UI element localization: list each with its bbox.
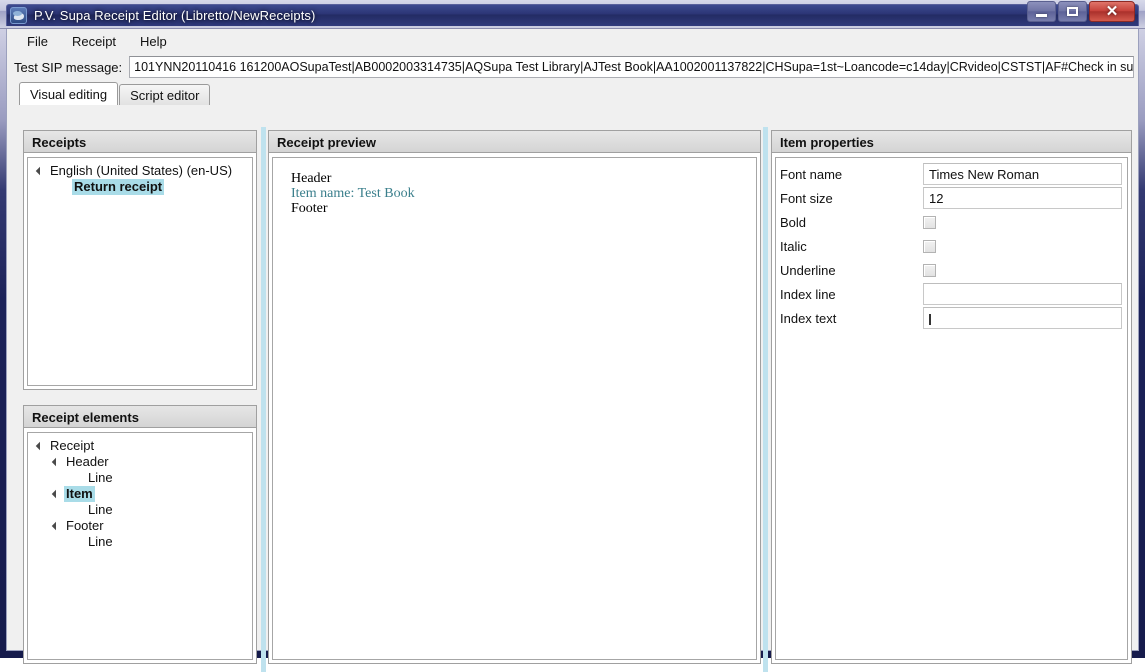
receipt-elements-tree[interactable]: Receipt Header Line Item Line Footer Lin…: [27, 432, 253, 660]
tree-item-receipt[interactable]: Receipt: [28, 438, 252, 454]
tree-item-item[interactable]: Item: [28, 486, 252, 502]
receipt-preview-canvas[interactable]: Header Item name: Test Book Footer: [272, 157, 757, 660]
tree-item-header-line[interactable]: Line: [28, 470, 252, 486]
tab-strip: Visual editing Script editor: [19, 82, 1138, 105]
minimize-button[interactable]: [1027, 1, 1056, 22]
menu-item-receipt[interactable]: Receipt: [62, 31, 126, 52]
window-buttons: ✕: [1027, 1, 1135, 22]
receipt-preview-panel-title: Receipt preview: [269, 131, 760, 153]
property-row-bold: Bold: [776, 210, 1127, 234]
receipt-preview-panel: Receipt preview Header Item name: Test B…: [268, 130, 761, 664]
window-title: P.V. Supa Receipt Editor (Libretto/NewRe…: [34, 8, 316, 23]
property-row-font-name: Font name Times New Roman: [776, 162, 1127, 186]
italic-label: Italic: [780, 238, 807, 254]
underline-checkbox[interactable]: [923, 263, 936, 277]
item-properties-body: Font name Times New Roman Font size 12 B…: [775, 157, 1128, 660]
menu-bar: File Receipt Help: [7, 29, 1138, 54]
tree-item-header[interactable]: Header: [28, 454, 252, 470]
tree-item-label: Return receipt: [72, 179, 165, 195]
receipts-tree-root: English (United States) (en-US) Return r…: [28, 158, 252, 195]
italic-checkbox[interactable]: [923, 239, 936, 253]
tab-visual-editing[interactable]: Visual editing: [19, 82, 119, 105]
font-size-label: Font size: [780, 190, 833, 206]
property-row-index-text: Index text: [776, 306, 1127, 330]
printer-icon: [10, 7, 27, 24]
expander-triangle-icon[interactable]: [50, 518, 64, 534]
bold-checkbox[interactable]: [923, 215, 936, 229]
splitter-horizontal[interactable]: [23, 393, 257, 401]
tree-item-label: English (United States) (en-US): [50, 163, 233, 178]
menu-item-file[interactable]: File: [17, 31, 58, 52]
preview-line-item: Item name: Test Book: [291, 186, 415, 201]
index-text-field[interactable]: [923, 307, 1122, 329]
tree-item-footer[interactable]: Footer: [28, 518, 252, 534]
property-row-font-size: Font size 12: [776, 186, 1127, 210]
font-size-field[interactable]: 12: [923, 187, 1122, 209]
tree-item-label: Line: [88, 470, 113, 485]
receipts-tree[interactable]: English (United States) (en-US) Return r…: [27, 157, 253, 386]
application-window: P.V. Supa Receipt Editor (Libretto/NewRe…: [0, 0, 1145, 672]
tree-item-language[interactable]: English (United States) (en-US): [28, 163, 252, 179]
tree-item-label: Line: [88, 502, 113, 517]
maximize-icon: [1067, 7, 1078, 16]
menu-item-help[interactable]: Help: [130, 31, 177, 52]
text-caret: [929, 314, 931, 325]
tree-item-label: Item: [64, 486, 95, 502]
sip-message-label: Test SIP message:: [14, 59, 123, 75]
preview-content: Header Item name: Test Book Footer: [273, 158, 756, 217]
font-name-field[interactable]: Times New Roman: [923, 163, 1122, 185]
expander-triangle-icon[interactable]: [50, 454, 64, 470]
expander-triangle-icon[interactable]: [34, 438, 48, 454]
close-icon: ✕: [1105, 3, 1119, 20]
font-name-label: Font name: [780, 166, 843, 182]
minimize-icon: [1036, 13, 1047, 17]
underline-label: Underline: [780, 262, 836, 278]
preview-line-footer: Footer: [291, 201, 328, 216]
receipts-panel: Receipts English (United States) (en-US)…: [23, 130, 257, 390]
tab-script-editor[interactable]: Script editor: [119, 84, 211, 105]
tree-item-item-line[interactable]: Line: [28, 502, 252, 518]
index-line-label: Index line: [780, 286, 836, 302]
tree-item-label: Footer: [66, 518, 104, 533]
title-bar: P.V. Supa Receipt Editor (Libretto/NewRe…: [0, 0, 1145, 29]
index-line-field[interactable]: [923, 283, 1122, 305]
property-row-underline: Underline: [776, 258, 1127, 282]
expander-triangle-icon[interactable]: [34, 163, 48, 179]
index-text-label: Index text: [780, 310, 837, 326]
expander-triangle-icon[interactable]: [50, 486, 64, 502]
maximize-button[interactable]: [1058, 1, 1087, 22]
property-row-italic: Italic: [776, 234, 1127, 258]
tree-item-return-receipt[interactable]: Return receipt: [28, 179, 252, 195]
tree-item-label: Header: [66, 454, 109, 469]
tree-item-label: Receipt: [50, 438, 95, 453]
sip-message-input[interactable]: 101YNN20110416 161200AOSupaTest|AB000200…: [129, 56, 1134, 78]
receipt-elements-panel-title: Receipt elements: [24, 406, 256, 428]
receipts-panel-title: Receipts: [24, 131, 256, 153]
title-bar-inner: P.V. Supa Receipt Editor (Libretto/NewRe…: [6, 4, 1139, 26]
tree-item-footer-line[interactable]: Line: [28, 534, 252, 550]
receipt-elements-tree-root: Receipt Header Line Item Line Footer Lin…: [28, 433, 252, 550]
client-area: File Receipt Help Test SIP message: 101Y…: [6, 29, 1139, 672]
item-properties-panel: Item properties Font name Times New Roma…: [771, 130, 1132, 664]
panel-host: Receipts English (United States) (en-US)…: [15, 127, 1132, 672]
sip-message-row: Test SIP message: 101YNN20110416 161200A…: [7, 54, 1138, 80]
splitter-right[interactable]: [763, 127, 768, 672]
tree-item-label: Line: [88, 534, 113, 549]
property-row-index-line: Index line: [776, 282, 1127, 306]
splitter-left[interactable]: [261, 127, 266, 672]
bold-label: Bold: [780, 214, 807, 230]
close-button[interactable]: ✕: [1089, 1, 1135, 22]
preview-line-header: Header: [291, 171, 332, 186]
item-properties-panel-title: Item properties: [772, 131, 1131, 153]
receipt-elements-panel: Receipt elements Receipt Header Line Ite…: [23, 405, 257, 664]
